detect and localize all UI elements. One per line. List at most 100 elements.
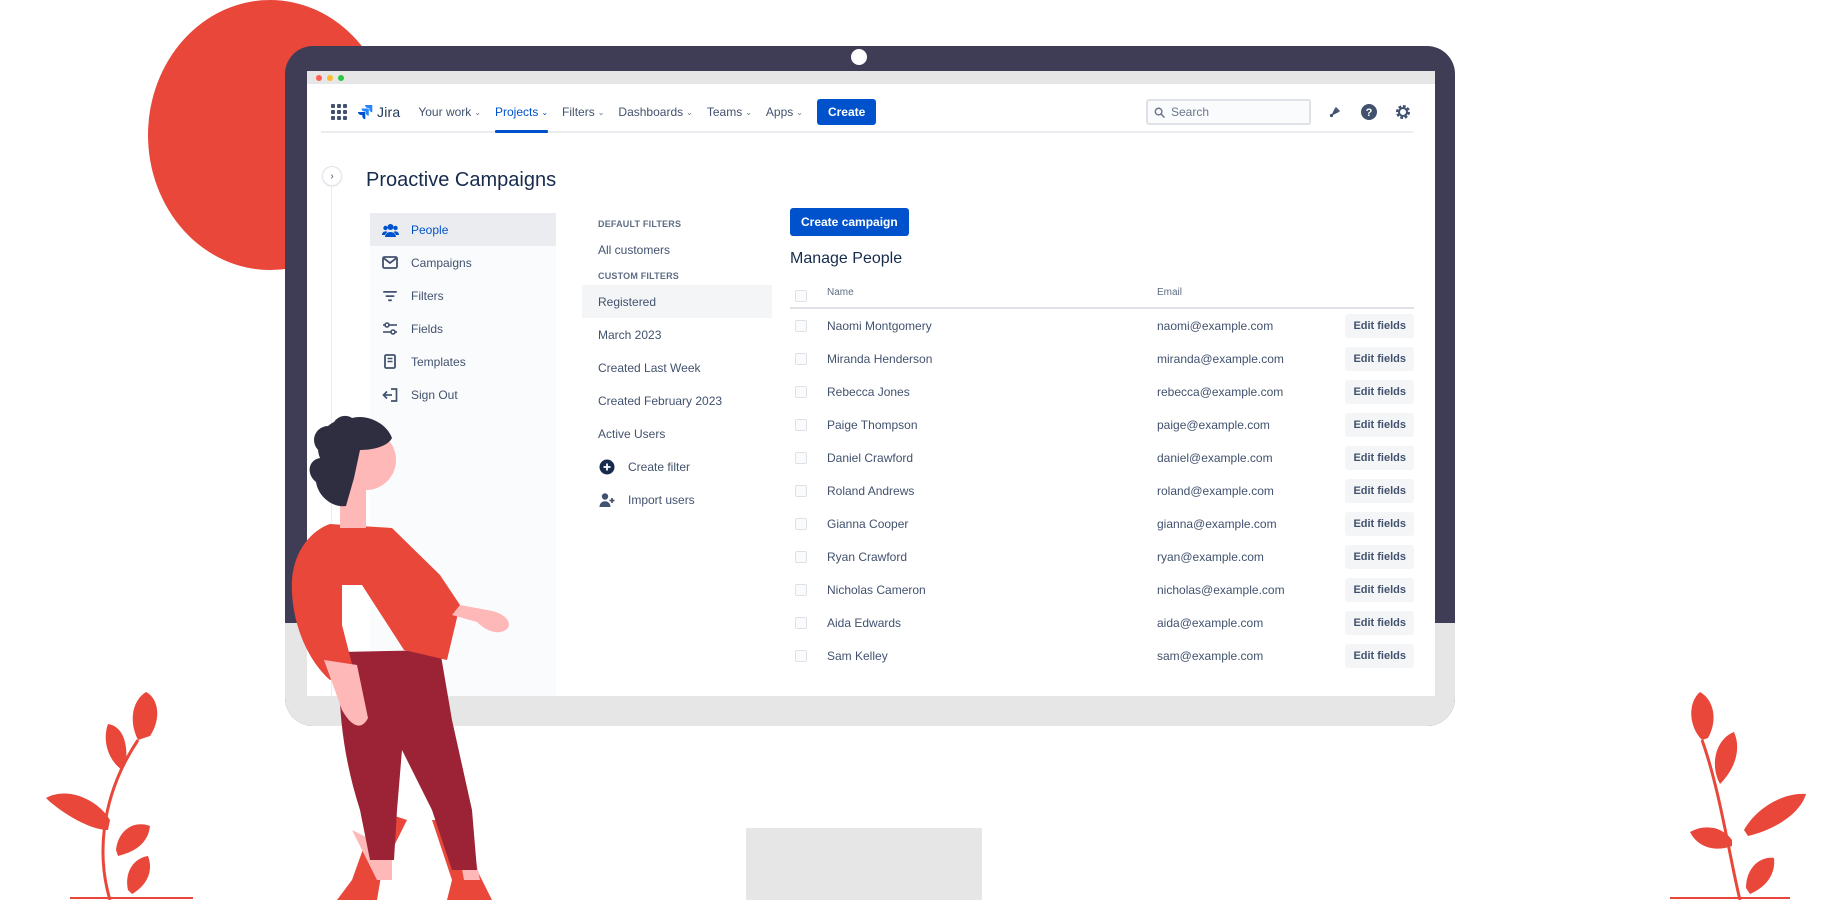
edit-fields-button[interactable]: Edit fields <box>1345 412 1414 437</box>
table-row: Miranda Henderson miranda@example.com Edit… <box>790 342 1414 375</box>
default-filters-heading: DEFAULT FILTERS <box>598 219 682 229</box>
row-checkbox[interactable] <box>795 352 807 365</box>
sidebar-item-label: Sign Out <box>411 387 458 402</box>
row-select-cell <box>790 616 827 629</box>
sidebar-item-sign-out[interactable]: Sign Out <box>370 378 556 411</box>
edit-fields-button[interactable]: Edit fields <box>1345 313 1414 338</box>
page-title: Proactive Campaigns <box>366 169 557 191</box>
row-checkbox[interactable] <box>795 385 807 398</box>
row-actions-cell: Edit fields <box>1337 379 1414 404</box>
row-checkbox[interactable] <box>795 616 807 629</box>
row-checkbox[interactable] <box>795 451 807 464</box>
window-maximize-dot[interactable] <box>338 75 344 81</box>
sidebar-item-campaigns[interactable]: Campaigns <box>370 246 556 279</box>
edit-fields-button[interactable]: Edit fields <box>1345 379 1414 404</box>
row-checkbox[interactable] <box>795 484 807 497</box>
row-checkbox[interactable] <box>795 550 807 563</box>
main-content: Create campaign Manage People Name Email… <box>790 208 1414 672</box>
nav-dashboards[interactable]: Dashboards ⌄ <box>618 92 692 132</box>
document-icon <box>381 353 399 371</box>
nav-your-work[interactable]: Your work ⌄ <box>418 92 481 132</box>
nav-filters[interactable]: Filters ⌄ <box>562 92 604 132</box>
row-checkbox[interactable] <box>795 649 807 662</box>
column-header-email[interactable]: Email <box>1157 287 1337 298</box>
row-checkbox[interactable] <box>795 319 807 332</box>
row-actions-cell: Edit fields <box>1337 610 1414 635</box>
person-email: aida@example.com <box>1157 615 1264 630</box>
create-campaign-button[interactable]: Create campaign <box>790 208 909 236</box>
section-title: Manage People <box>790 250 903 267</box>
table-row: Aida Edwards aida@example.com Edit fields <box>790 606 1414 639</box>
row-checkbox[interactable] <box>795 517 807 530</box>
person-email: sam@example.com <box>1157 648 1264 663</box>
row-actions-cell: Edit fields <box>1337 346 1414 371</box>
edit-fields-button[interactable]: Edit fields <box>1345 577 1414 602</box>
table-row: Sam Kelley sam@example.com Edit fields <box>790 639 1414 672</box>
nav-projects[interactable]: Projects ⌄ <box>494 92 549 133</box>
filter-item[interactable]: Created Last Week <box>582 351 772 384</box>
table-row: Rebecca Jones rebecca@example.com Edit fie… <box>790 375 1414 408</box>
person-name: Nicholas Cameron <box>827 582 926 597</box>
logo-text: Jira <box>377 104 401 120</box>
sidebar-item-people[interactable]: People <box>370 213 556 246</box>
edit-fields-button[interactable]: Edit fields <box>1345 544 1414 569</box>
person-name: Naomi Montgomery <box>827 318 932 333</box>
sidebar-item-label: People <box>411 222 449 237</box>
nav-apps[interactable]: Apps ⌄ <box>766 92 803 132</box>
edit-fields-button[interactable]: Edit fields <box>1345 511 1414 536</box>
svg-text:?: ? <box>1366 107 1373 119</box>
create-filter-button[interactable]: Create filter <box>582 450 772 483</box>
chevron-down-icon: ⌄ <box>474 107 481 117</box>
row-actions-cell: Edit fields <box>1337 544 1414 569</box>
people-icon <box>381 221 399 239</box>
edit-fields-button[interactable]: Edit fields <box>1345 478 1414 503</box>
filter-item[interactable]: All customers <box>582 233 772 266</box>
table-row: Nicholas Cameron nicholas@example.com Edit… <box>790 573 1414 606</box>
notifications-icon[interactable] <box>1325 102 1345 122</box>
sidebar-item-label: Filters <box>411 288 444 303</box>
settings-icon[interactable] <box>1393 102 1413 122</box>
nav-label: Your work <box>418 105 472 119</box>
column-header-name[interactable]: Name <box>827 287 1157 298</box>
edit-fields-button[interactable]: Edit fields <box>1345 445 1414 470</box>
edit-fields-button[interactable]: Edit fields <box>1345 346 1414 371</box>
row-actions-cell: Edit fields <box>1337 313 1414 338</box>
filter-item[interactable]: Registered <box>582 285 772 318</box>
search-box[interactable] <box>1146 99 1311 125</box>
edit-fields-button[interactable]: Edit fields <box>1345 610 1414 635</box>
edit-fields-button[interactable]: Edit fields <box>1345 643 1414 668</box>
select-all-checkbox[interactable] <box>795 290 807 302</box>
filter-item[interactable]: March 2023 <box>582 318 772 351</box>
row-actions-cell: Edit fields <box>1337 643 1414 668</box>
row-select-cell <box>790 550 827 563</box>
sidebar-item-filters[interactable]: Filters <box>370 279 556 312</box>
row-select-cell <box>790 418 827 431</box>
filter-item[interactable]: Created February 2023 <box>582 384 772 417</box>
help-icon[interactable]: ? <box>1359 102 1379 122</box>
chevron-right-icon: › <box>330 170 334 182</box>
people-table: Name Email Naomi Montgomery naomi@example… <box>790 277 1414 672</box>
filter-item[interactable]: Active Users <box>582 417 772 450</box>
row-actions-cell: Edit fields <box>1337 478 1414 503</box>
import-users-button[interactable]: Import users <box>582 483 772 516</box>
expand-sidebar-button[interactable]: › <box>323 167 341 185</box>
row-select-cell <box>790 352 827 365</box>
row-checkbox[interactable] <box>795 418 807 431</box>
jira-logo-icon <box>358 105 373 120</box>
window-minimize-dot[interactable] <box>327 75 333 81</box>
person-name: Daniel Crawford <box>827 450 914 465</box>
row-select-cell <box>790 649 827 662</box>
sidebar-item-templates[interactable]: Templates <box>370 345 556 378</box>
app-switcher-icon[interactable] <box>331 104 347 120</box>
search-input[interactable] <box>1171 105 1291 119</box>
monitor-stand <box>746 828 982 900</box>
jira-logo[interactable]: Jira <box>357 104 400 120</box>
table-row: Daniel Crawford daniel@example.com Edit fi… <box>790 441 1414 474</box>
row-checkbox[interactable] <box>795 583 807 596</box>
nav-teams[interactable]: Teams ⌄ <box>707 92 752 132</box>
sidebar-item-fields[interactable]: Fields <box>370 312 556 345</box>
person-name: Miranda Henderson <box>827 351 933 366</box>
create-button[interactable]: Create <box>816 99 877 125</box>
person-name: Aida Edwards <box>827 615 902 630</box>
window-close-dot[interactable] <box>316 75 322 81</box>
